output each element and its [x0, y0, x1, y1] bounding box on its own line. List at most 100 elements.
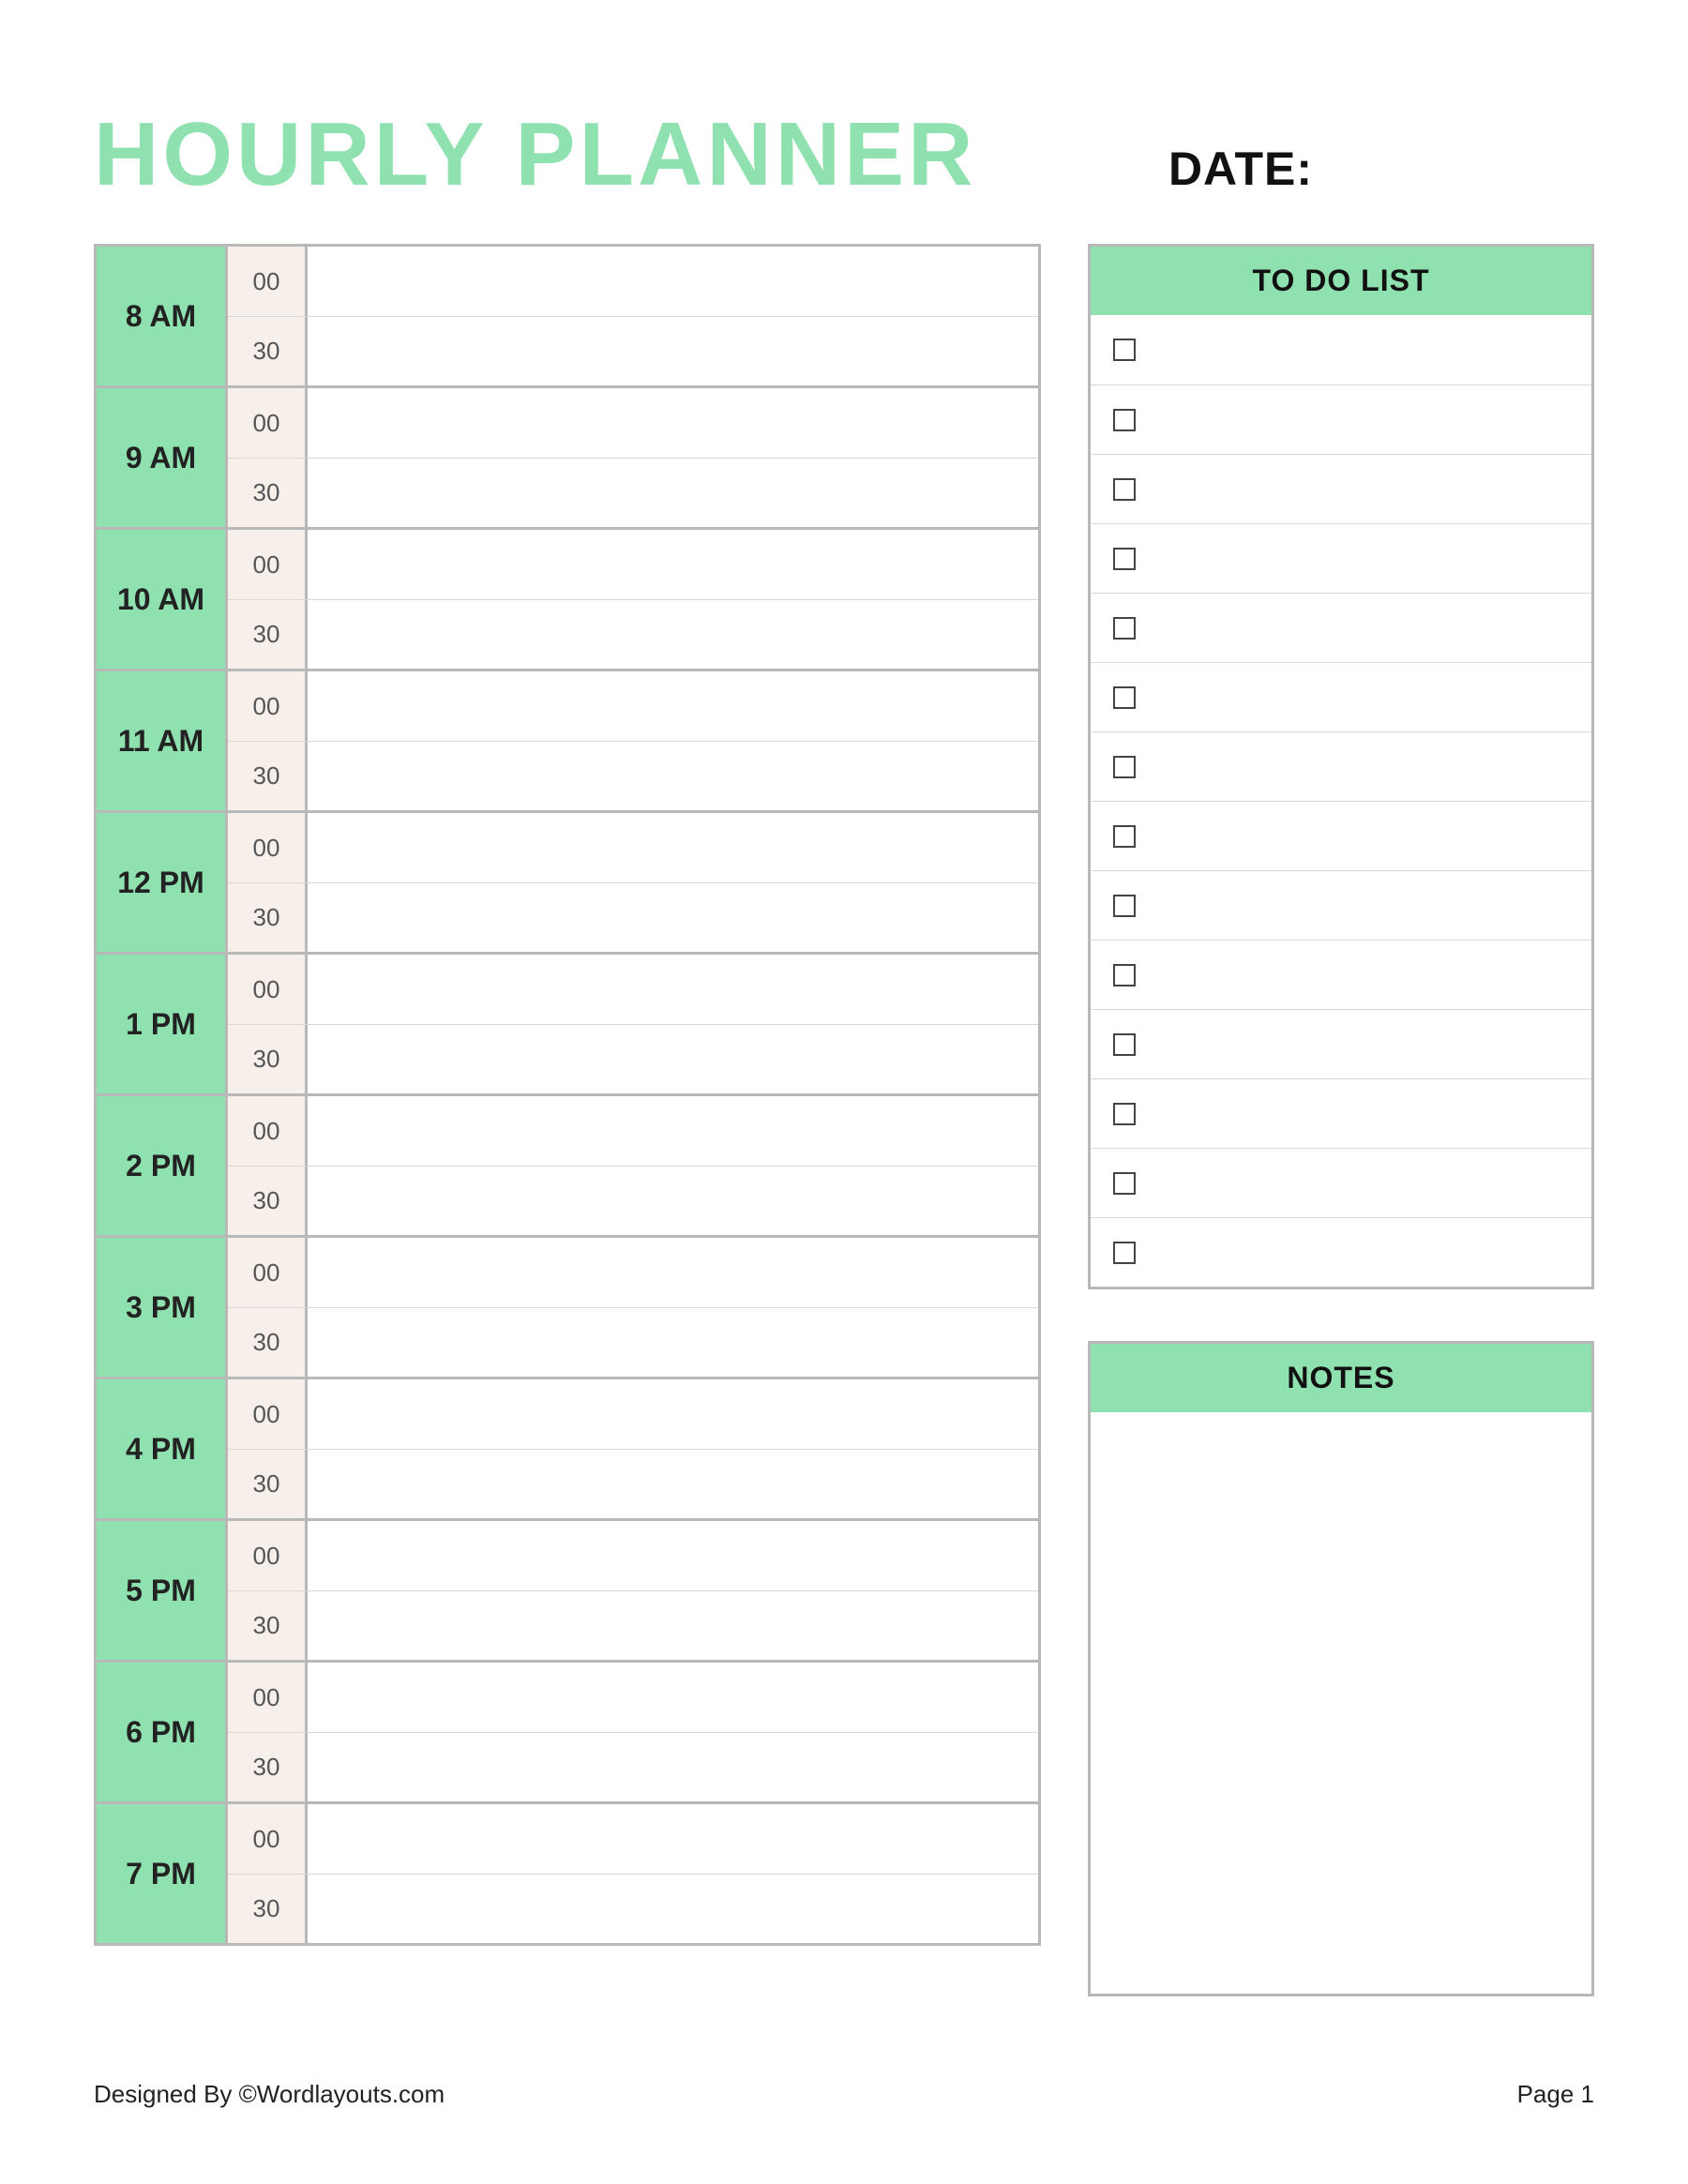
footer-page: Page 1 [1517, 2080, 1594, 2109]
schedule-entry[interactable] [308, 459, 1038, 527]
schedule-entry[interactable] [308, 1025, 1038, 1093]
checkbox-icon[interactable] [1113, 478, 1136, 501]
hour-row: 9 AM0030 [97, 385, 1038, 527]
todo-item[interactable] [1091, 870, 1591, 940]
hour-label: 11 AM [97, 671, 228, 810]
minute-label: 30 [228, 1875, 308, 1943]
schedule-entry[interactable] [308, 1379, 1038, 1449]
footer-credit: Designed By ©Wordlayouts.com [94, 2080, 445, 2109]
minute-label: 30 [228, 317, 308, 385]
schedule-entry[interactable] [308, 1450, 1038, 1518]
schedule-entry[interactable] [308, 1804, 1038, 1874]
schedule-entry[interactable] [308, 883, 1038, 952]
minute-label: 30 [228, 1167, 308, 1235]
hour-row: 12 PM0030 [97, 810, 1038, 952]
hour-label: 6 PM [97, 1663, 228, 1801]
notes-header: NOTES [1091, 1344, 1591, 1412]
hour-label: 4 PM [97, 1379, 228, 1518]
minute-label: 30 [228, 1025, 308, 1093]
schedule-entry[interactable] [308, 317, 1038, 385]
todo-item[interactable] [1091, 593, 1591, 662]
todo-item[interactable] [1091, 940, 1591, 1009]
schedule-entry[interactable] [308, 1733, 1038, 1801]
hour-label: 10 AM [97, 530, 228, 669]
checkbox-icon[interactable] [1113, 825, 1136, 848]
minute-label: 00 [228, 671, 308, 741]
hour-label: 1 PM [97, 955, 228, 1093]
todo-item[interactable] [1091, 1009, 1591, 1078]
checkbox-icon[interactable] [1113, 895, 1136, 917]
schedule-entry[interactable] [308, 247, 1038, 316]
checkbox-icon[interactable] [1113, 756, 1136, 778]
hour-label: 2 PM [97, 1096, 228, 1235]
minute-label: 30 [228, 1308, 308, 1377]
todo-item[interactable] [1091, 801, 1591, 870]
minute-label: 30 [228, 459, 308, 527]
date-label: DATE: [1168, 142, 1313, 196]
schedule-entry[interactable] [308, 388, 1038, 458]
schedule-entry[interactable] [308, 600, 1038, 669]
minute-label: 00 [228, 955, 308, 1024]
schedule-table: 8 AM00309 AM003010 AM003011 AM003012 PM0… [94, 244, 1041, 1946]
minute-label: 00 [228, 1379, 308, 1449]
minute-label: 00 [228, 388, 308, 458]
hour-row: 4 PM0030 [97, 1377, 1038, 1518]
checkbox-icon[interactable] [1113, 548, 1136, 570]
schedule-entry[interactable] [308, 742, 1038, 810]
todo-item[interactable] [1091, 731, 1591, 801]
todo-item[interactable] [1091, 662, 1591, 731]
checkbox-icon[interactable] [1113, 1033, 1136, 1056]
hour-label: 3 PM [97, 1238, 228, 1377]
notes-body[interactable] [1091, 1412, 1591, 1994]
schedule-entry[interactable] [308, 813, 1038, 882]
checkbox-icon[interactable] [1113, 1103, 1136, 1125]
minute-label: 00 [228, 1238, 308, 1307]
hour-row: 7 PM0030 [97, 1801, 1038, 1943]
hour-label: 12 PM [97, 813, 228, 952]
hour-row: 8 AM0030 [97, 247, 1038, 385]
checkbox-icon[interactable] [1113, 964, 1136, 987]
hour-row: 3 PM0030 [97, 1235, 1038, 1377]
todo-item[interactable] [1091, 1217, 1591, 1287]
schedule-entry[interactable] [308, 671, 1038, 741]
hour-row: 11 AM0030 [97, 669, 1038, 810]
todo-item[interactable] [1091, 523, 1591, 593]
minute-label: 30 [228, 742, 308, 810]
schedule-entry[interactable] [308, 1591, 1038, 1660]
notes-panel: NOTES [1088, 1341, 1594, 1996]
minute-label: 30 [228, 600, 308, 669]
schedule-entry[interactable] [308, 1663, 1038, 1732]
schedule-entry[interactable] [308, 530, 1038, 599]
minute-label: 00 [228, 247, 308, 316]
hour-row: 6 PM0030 [97, 1660, 1038, 1801]
checkbox-icon[interactable] [1113, 1242, 1136, 1264]
hour-row: 2 PM0030 [97, 1093, 1038, 1235]
todo-item[interactable] [1091, 315, 1591, 384]
checkbox-icon[interactable] [1113, 686, 1136, 709]
minute-label: 30 [228, 1733, 308, 1801]
minute-label: 00 [228, 530, 308, 599]
footer: Designed By ©Wordlayouts.com Page 1 [94, 2080, 1594, 2109]
header: HOURLY PLANNER DATE: [94, 103, 1594, 206]
page-title: HOURLY PLANNER [94, 103, 976, 206]
todo-item[interactable] [1091, 1148, 1591, 1217]
todo-item[interactable] [1091, 1078, 1591, 1148]
schedule-entry[interactable] [308, 1521, 1038, 1590]
schedule-entry[interactable] [308, 1238, 1038, 1307]
minute-label: 30 [228, 1450, 308, 1518]
hour-label: 7 PM [97, 1804, 228, 1943]
schedule-entry[interactable] [308, 1167, 1038, 1235]
minute-label: 30 [228, 883, 308, 952]
todo-header: TO DO LIST [1091, 247, 1591, 315]
checkbox-icon[interactable] [1113, 339, 1136, 361]
schedule-entry[interactable] [308, 1308, 1038, 1377]
minute-label: 00 [228, 1521, 308, 1590]
schedule-entry[interactable] [308, 1096, 1038, 1166]
checkbox-icon[interactable] [1113, 1172, 1136, 1195]
checkbox-icon[interactable] [1113, 409, 1136, 431]
todo-item[interactable] [1091, 454, 1591, 523]
schedule-entry[interactable] [308, 955, 1038, 1024]
todo-item[interactable] [1091, 384, 1591, 454]
checkbox-icon[interactable] [1113, 617, 1136, 640]
schedule-entry[interactable] [308, 1875, 1038, 1943]
